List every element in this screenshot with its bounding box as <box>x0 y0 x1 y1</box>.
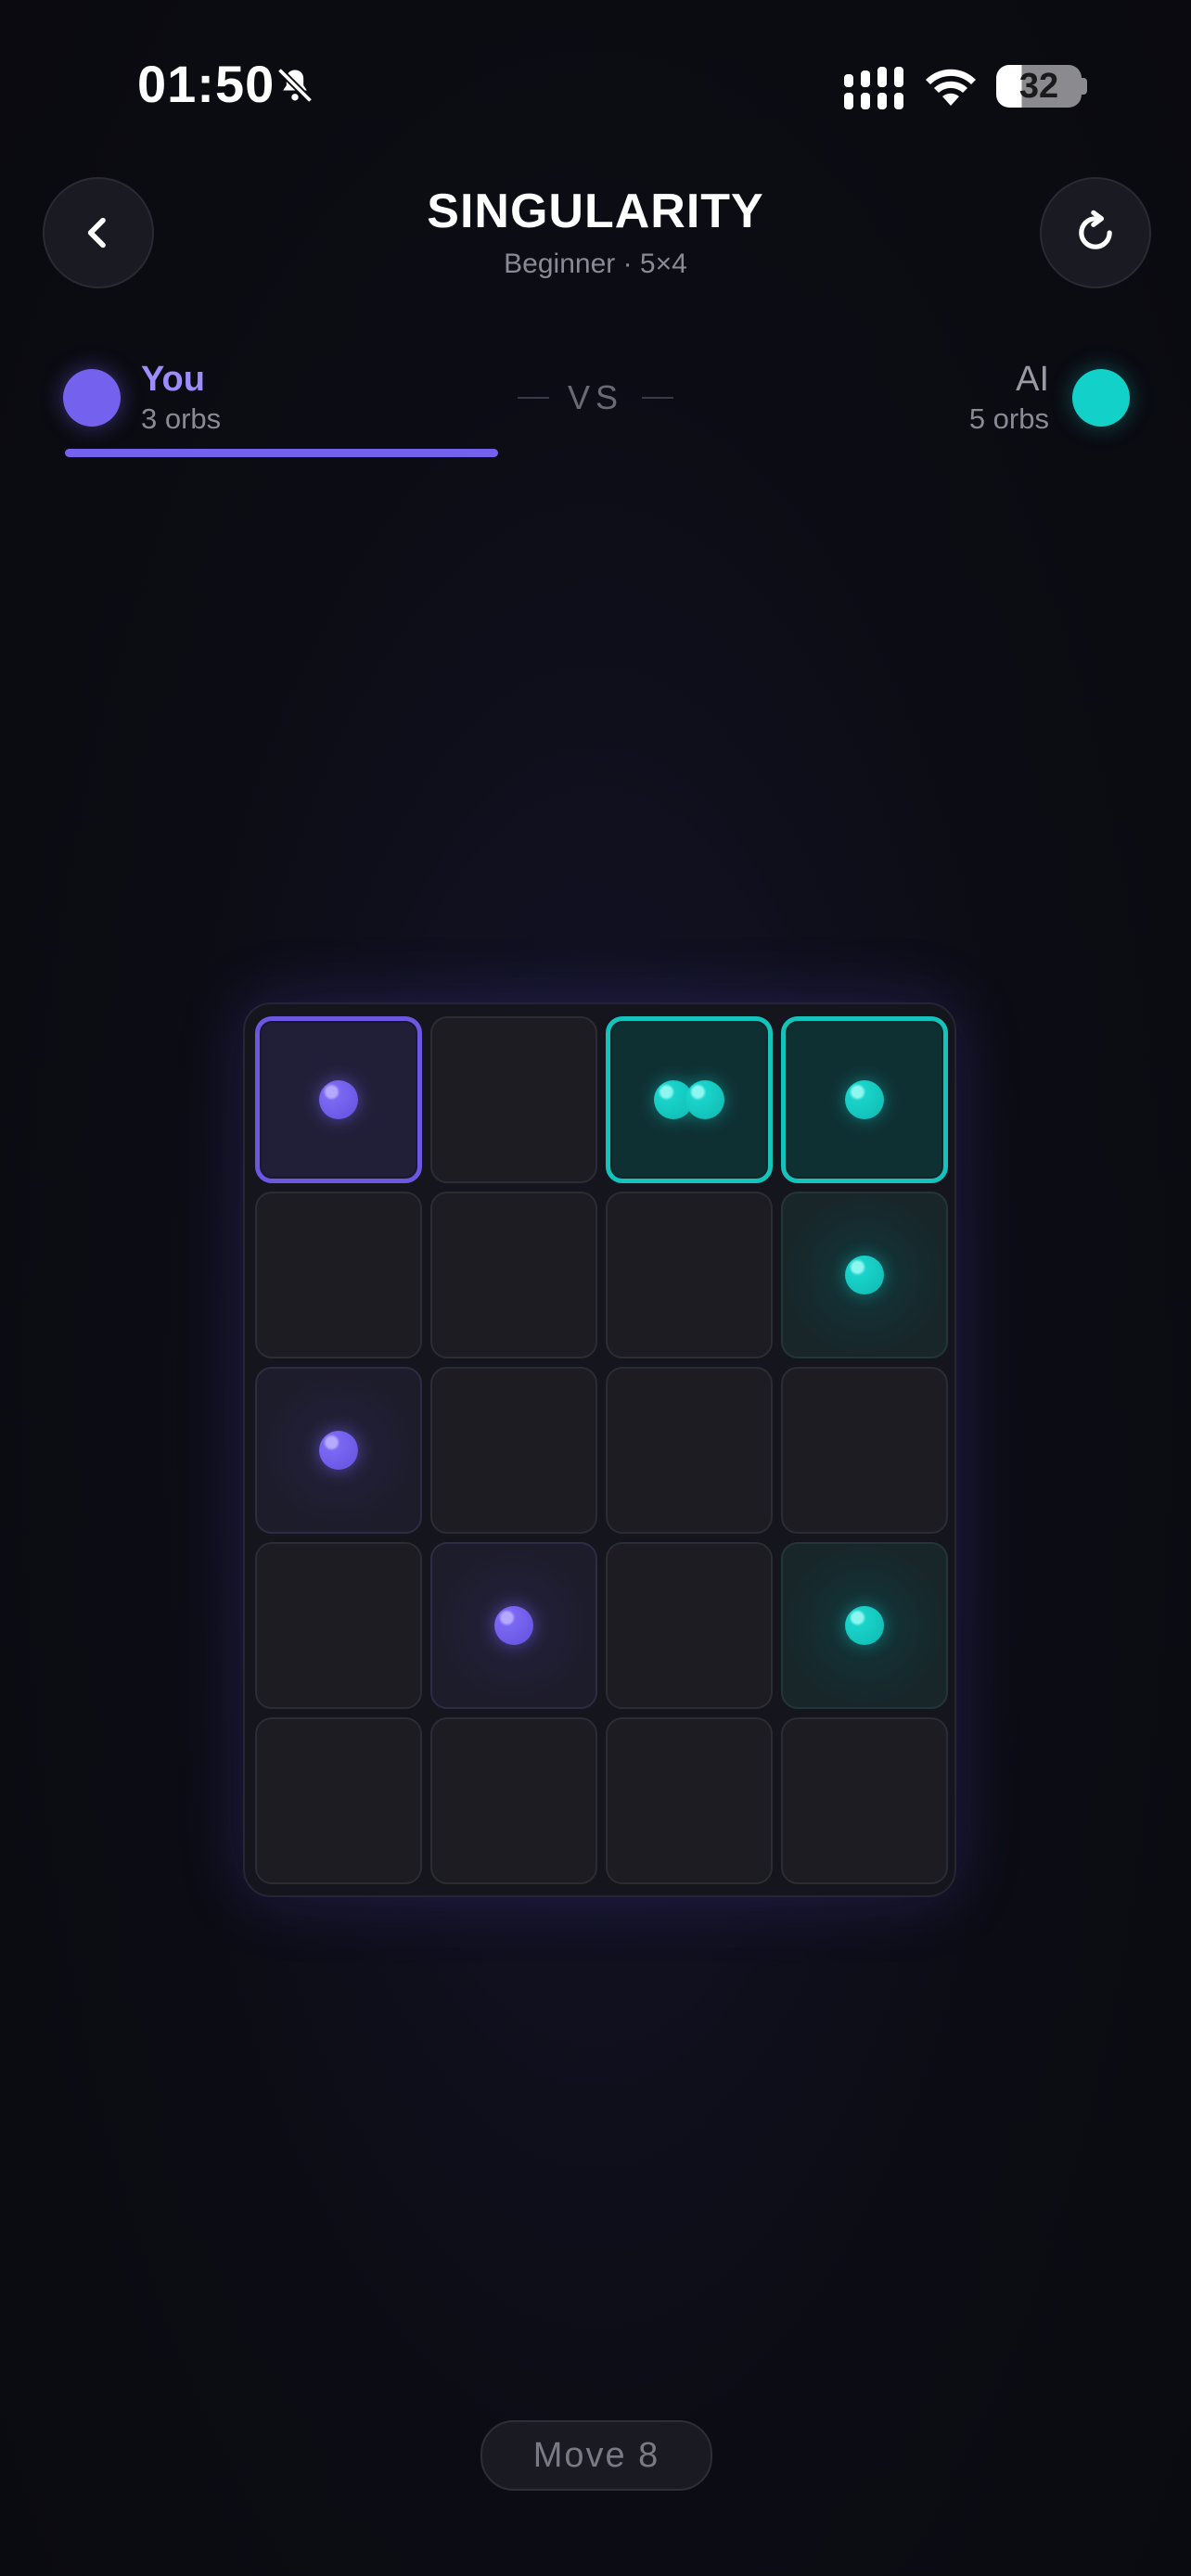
you-orb <box>494 1606 533 1645</box>
board-cell-r4-c1[interactable] <box>430 1717 597 1884</box>
game-board <box>243 1002 956 1897</box>
you-orb <box>319 1080 358 1119</box>
board-cell-r2-c0[interactable] <box>255 1367 422 1534</box>
move-counter: Move 8 <box>480 2420 712 2491</box>
board-cell-r0-c1[interactable] <box>430 1016 597 1183</box>
ai-orb <box>845 1080 884 1119</box>
difficulty-subtitle: Beginner · 5×4 <box>504 249 687 279</box>
board-cell-r0-c3[interactable] <box>781 1016 948 1183</box>
restart-button[interactable] <box>1040 177 1151 288</box>
board-cell-r3-c2[interactable] <box>606 1542 773 1709</box>
battery-tip <box>1082 78 1087 95</box>
board-cell-r3-c0[interactable] <box>255 1542 422 1709</box>
board-cell-r1-c1[interactable] <box>430 1192 597 1358</box>
board-cell-r4-c0[interactable] <box>255 1717 422 1884</box>
wifi-icon <box>926 69 976 106</box>
board-cell-r4-c2[interactable] <box>606 1717 773 1884</box>
board-cell-r3-c3[interactable] <box>781 1542 948 1709</box>
ai-orb <box>685 1080 724 1119</box>
restart-icon <box>1079 210 1112 249</box>
board-cell-r4-c3[interactable] <box>781 1717 948 1884</box>
ai-orb <box>845 1606 884 1645</box>
orb-share-bar <box>65 449 498 457</box>
board-cell-r1-c2[interactable] <box>606 1192 773 1358</box>
bell-slash-icon <box>276 67 314 104</box>
player-ai-name: AI <box>1016 360 1049 399</box>
board-cell-r2-c1[interactable] <box>430 1367 597 1534</box>
status-time: 01:50 <box>137 55 275 113</box>
vs-divider-right <box>642 397 673 399</box>
ai-orb-indicator <box>1072 369 1130 427</box>
battery-icon: 32 <box>996 65 1082 108</box>
board-cell-r2-c3[interactable] <box>781 1367 948 1534</box>
battery-level: 32 <box>1018 66 1059 106</box>
board-cell-r1-c3[interactable] <box>781 1192 948 1358</box>
ai-orb <box>845 1256 884 1294</box>
game-screen: 01:50 32 SINGULARITY Beginner · 5×4 You … <box>0 0 1191 2576</box>
page-title: SINGULARITY <box>427 185 764 238</box>
player-ai-orb-count: 5 orbs <box>968 402 1049 435</box>
board-cell-r0-c0[interactable] <box>255 1016 422 1183</box>
board-cell-r2-c2[interactable] <box>606 1367 773 1534</box>
board-cell-r3-c1[interactable] <box>430 1542 597 1709</box>
board-cell-r0-c2[interactable] <box>606 1016 773 1183</box>
cellular-signal-icon <box>844 67 903 109</box>
board-cell-r1-c0[interactable] <box>255 1192 422 1358</box>
you-orb <box>319 1431 358 1470</box>
